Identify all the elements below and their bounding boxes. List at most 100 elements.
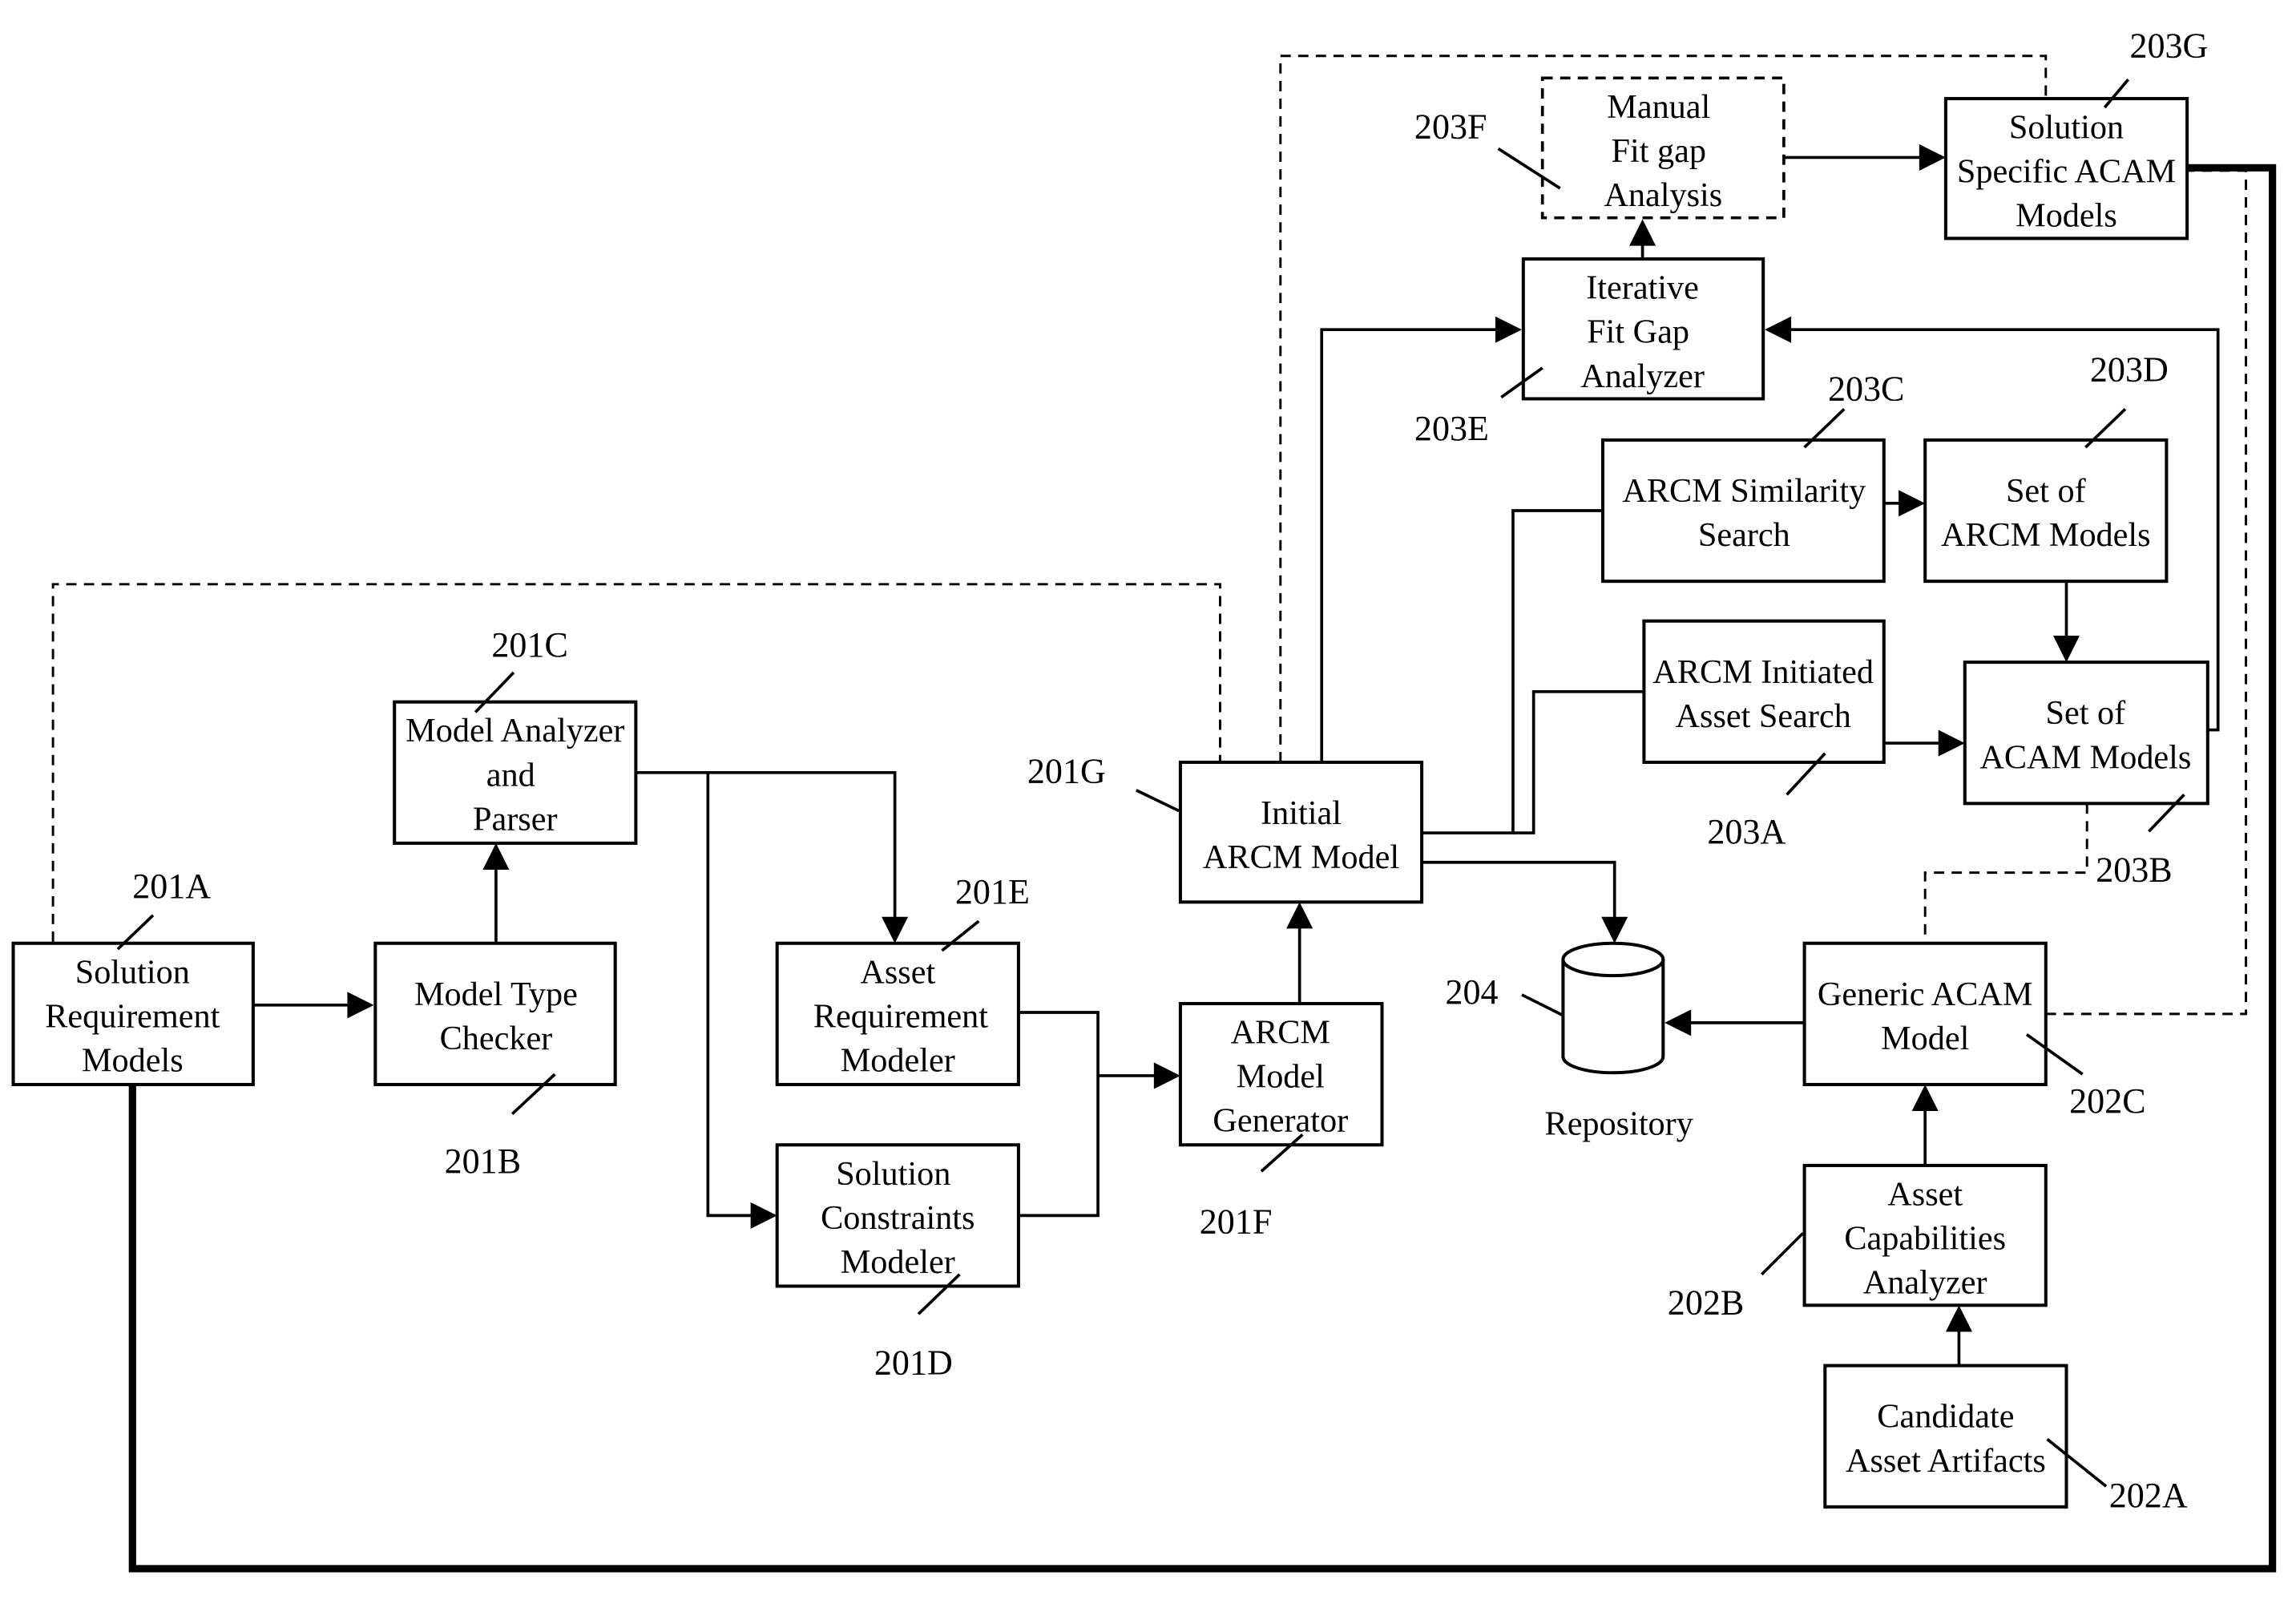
- leader-204: [1521, 993, 1564, 1017]
- node-solution-constraints-modeler: Solution Constraints Modeler: [775, 1143, 1020, 1288]
- node-label: Requirement: [45, 997, 220, 1035]
- ref-label-203D: 203D: [2090, 349, 2169, 389]
- node-label: Models: [2016, 197, 2117, 235]
- node-label: Modeler: [841, 1041, 955, 1079]
- node-set-of-acam-models: Set of ACAM Models: [1963, 661, 2209, 806]
- node-label: Model: [1881, 1020, 1969, 1057]
- node-label: Constraints: [821, 1199, 974, 1237]
- arrowhead: [1153, 1062, 1180, 1089]
- ref-label-201B: 201B: [445, 1141, 521, 1181]
- node-set-of-arcm-models: Set of ARCM Models: [1923, 438, 2169, 584]
- node-label: Model Type: [414, 976, 578, 1013]
- connector-201G-203E: [1320, 328, 1499, 762]
- node-label: Analyzer: [1863, 1264, 1987, 1302]
- arrowhead: [1664, 1009, 1692, 1036]
- arrowhead: [1911, 1084, 1939, 1112]
- ref-label-201C: 201C: [491, 625, 567, 665]
- node-label: Model Analyzer: [406, 712, 624, 749]
- ref-label-203B: 203B: [2096, 850, 2172, 890]
- connector-201C-201D: [706, 772, 754, 1218]
- arrowhead: [347, 992, 374, 1019]
- ref-label-202B: 202B: [1668, 1283, 1744, 1322]
- node-arcm-model-generator: ARCM Model Generator: [1178, 1001, 1384, 1147]
- node-label: Asset Artifacts: [1846, 1442, 2046, 1480]
- arrowhead: [1629, 219, 1656, 246]
- ref-label-201A: 201A: [132, 867, 211, 906]
- node-label: Initial: [1261, 794, 1342, 832]
- leader-201G: [1136, 789, 1180, 813]
- node-candidate-asset-artifacts: Candidate Asset Artifacts: [1823, 1364, 2068, 1509]
- node-label: Set of: [2006, 472, 2087, 510]
- node-label: Requirement: [813, 997, 988, 1035]
- node-label: ARCM Model: [1203, 838, 1399, 876]
- node-manual-fit-gap-analysis: Manual Fit gap Analysis: [1540, 76, 1786, 220]
- ref-label-201F: 201F: [1200, 1202, 1273, 1241]
- node-label: Checker: [440, 1020, 553, 1057]
- ref-label-203G: 203G: [2129, 26, 2208, 66]
- dashed-link-acam-generic: [1923, 803, 2088, 943]
- ref-label-202A: 202A: [2109, 1476, 2188, 1515]
- repository-database-icon: Repository: [1545, 941, 1693, 1142]
- node-label: Solution: [2009, 109, 2124, 147]
- ref-label-203E: 203E: [1414, 409, 1489, 448]
- ref-label-203F: 203F: [1414, 107, 1487, 147]
- node-label: Iterative: [1586, 269, 1699, 307]
- node-label: Solution: [836, 1155, 950, 1193]
- node-label: Analysis: [1604, 176, 1722, 214]
- node-label: Asset: [1887, 1176, 1963, 1214]
- node-iterative-fit-gap-analyzer: Iterative Fit Gap Analyzer: [1521, 257, 1765, 401]
- ref-label-201D: 201D: [874, 1343, 953, 1383]
- ref-label-203C: 203C: [1828, 369, 1904, 408]
- node-generic-acam-model: Generic ACAM Model: [1802, 941, 2048, 1086]
- leader-202B: [1761, 1232, 1805, 1276]
- system-architecture-diagram: Solution Requirement Models Model Type C…: [11, 26, 2277, 1573]
- arrowhead: [1286, 902, 1313, 929]
- node-label: ARCM: [1231, 1014, 1330, 1052]
- node-label: Parser: [473, 800, 558, 838]
- arrowhead: [1938, 729, 1965, 757]
- arrowhead: [1765, 316, 1792, 343]
- node-label: Set of: [2046, 694, 2127, 732]
- connector-201C-split: [636, 770, 897, 919]
- connector-201E-201F: [1018, 1011, 1100, 1218]
- connector-201G-203A: [1512, 689, 1644, 834]
- ref-label-202C: 202C: [2069, 1081, 2145, 1121]
- node-label: Search: [1698, 516, 1790, 554]
- node-label: Model: [1237, 1058, 1325, 1096]
- repository-label: Repository: [1545, 1105, 1693, 1142]
- node-label: Generic ACAM: [1818, 976, 2033, 1013]
- connector-201G-204: [1422, 860, 1616, 919]
- node-label: ARCM Initiated: [1652, 653, 1874, 691]
- node-label: Asset Search: [1676, 697, 1851, 735]
- arrowhead: [1899, 490, 1926, 517]
- node-label: ACAM Models: [1979, 738, 2191, 776]
- ref-label-201E: 201E: [955, 872, 1030, 911]
- connector-201G-203C: [1422, 509, 1603, 834]
- node-label: Candidate: [1877, 1398, 2014, 1436]
- node-label: Models: [82, 1041, 184, 1079]
- node-label: Capabilities: [1844, 1220, 2006, 1258]
- arrowhead: [1945, 1305, 1972, 1332]
- node-arcm-initiated-asset-search: ARCM Initiated Asset Search: [1642, 619, 1886, 764]
- ref-label-203A: 203A: [1707, 812, 1786, 851]
- node-solution-specific-acam-models: Solution Specific ACAM Models: [1943, 96, 2189, 240]
- node-label: ARCM Models: [1941, 516, 2151, 554]
- node-solution-requirement-models: Solution Requirement Models: [11, 941, 255, 1086]
- node-label: Solution: [75, 953, 190, 991]
- node-label: Fit gap: [1612, 132, 1706, 170]
- node-label: Generator: [1213, 1102, 1348, 1140]
- node-initial-arcm-model: Initial ARCM Model: [1178, 760, 1424, 904]
- node-asset-requirement-modeler: Asset Requirement Modeler: [775, 941, 1020, 1086]
- arrowhead: [1495, 316, 1522, 343]
- node-label: Specific ACAM: [1957, 153, 2176, 191]
- node-asset-capabilities-analyzer: Asset Capabilities Analyzer: [1802, 1163, 2048, 1307]
- arrowhead: [750, 1202, 777, 1229]
- node-label: Asset: [860, 953, 935, 991]
- arrowhead: [1601, 916, 1628, 943]
- node-label: Analyzer: [1580, 358, 1705, 395]
- node-model-type-checker: Model Type Checker: [373, 941, 617, 1086]
- arrowhead: [882, 916, 909, 943]
- node-arcm-similarity-search: ARCM Similarity Search: [1600, 438, 1886, 584]
- ref-label-204: 204: [1445, 972, 1498, 1012]
- ref-label-201G: 201G: [1027, 752, 1106, 791]
